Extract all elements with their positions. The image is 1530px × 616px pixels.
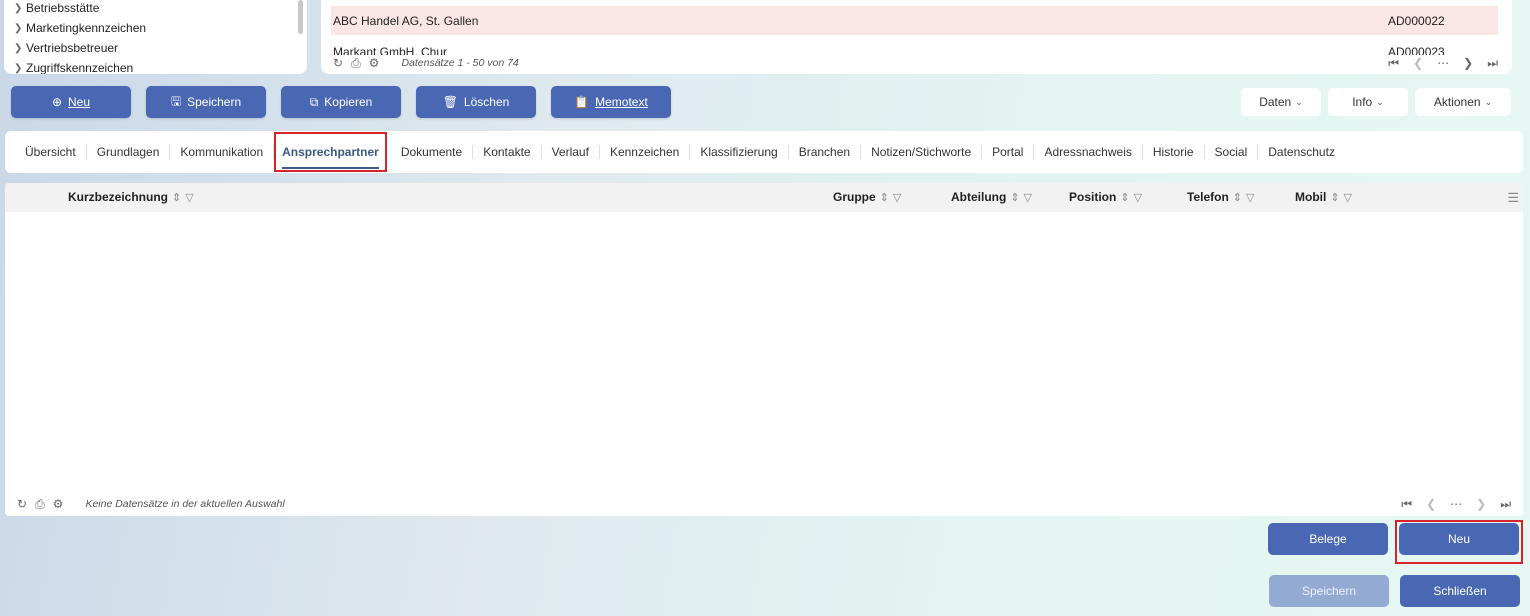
more-pages-icon[interactable]: ⋯ bbox=[1437, 56, 1449, 71]
tab-historie[interactable]: Historie bbox=[1143, 145, 1205, 159]
delete-button[interactable]: 🗑 Löschen bbox=[416, 86, 536, 118]
record-count: Datensätze 1 - 50 von 74 bbox=[401, 57, 519, 69]
plus-circle-icon: ⊕ bbox=[51, 95, 63, 109]
column-mobil[interactable]: Mobil ⇕ ▽ bbox=[1295, 190, 1352, 204]
new-button[interactable]: ⊕ Neu bbox=[11, 86, 131, 118]
close-button[interactable]: Schließen bbox=[1400, 575, 1520, 607]
chevron-right-icon: ❯ bbox=[14, 2, 23, 14]
tab-datenschutz[interactable]: Datenschutz bbox=[1258, 145, 1345, 159]
refresh-icon[interactable]: ↻ bbox=[17, 497, 27, 511]
column-gruppe[interactable]: Gruppe ⇕ ▽ bbox=[833, 190, 901, 204]
chevron-right-icon: ❯ bbox=[14, 42, 23, 54]
next-page-icon[interactable]: ❯ bbox=[1476, 497, 1486, 512]
pager: ⏮ ❮ ⋯ ❯ ⏭ bbox=[1401, 497, 1511, 512]
sort-icon[interactable]: ⇕ bbox=[172, 191, 181, 204]
info-menu-button[interactable]: Info ⌄ bbox=[1328, 88, 1408, 116]
highlight-frame bbox=[1395, 520, 1523, 564]
first-page-icon[interactable]: ⏮ bbox=[1388, 56, 1399, 71]
tab-grundlagen[interactable]: Grundlagen bbox=[87, 145, 171, 159]
column-abteilung[interactable]: Abteilung ⇕ ▽ bbox=[951, 190, 1032, 204]
copy-button[interactable]: ⧉ Kopieren bbox=[281, 86, 401, 118]
contacts-grid: Kurzbezeichnung ⇕ ▽ Gruppe ⇕ ▽ Abteilung… bbox=[5, 183, 1523, 516]
tree-item-label: Zugriffskennzeichen bbox=[26, 61, 134, 74]
sort-icon[interactable]: ⇕ bbox=[1010, 191, 1019, 204]
prev-page-icon[interactable]: ❮ bbox=[1413, 56, 1423, 71]
tree-scrollbar[interactable] bbox=[298, 0, 303, 34]
tab-kennzeichen[interactable]: Kennzeichen bbox=[600, 145, 691, 159]
last-page-icon[interactable]: ⏭ bbox=[1500, 497, 1511, 512]
list-footer: ↻ ⎙ ⚙ Datensätze 1 - 50 von 74 ⏮ ❮ ⋯ ❯ ⏭ bbox=[333, 55, 1498, 71]
sort-icon[interactable]: ⇕ bbox=[1233, 191, 1242, 204]
column-kurzbezeichnung[interactable]: Kurzbezeichnung ⇕ ▽ bbox=[68, 190, 194, 204]
chevron-right-icon: ❯ bbox=[14, 22, 23, 34]
tab-uebersicht[interactable]: Übersicht bbox=[15, 145, 87, 159]
last-page-icon[interactable]: ⏭ bbox=[1487, 56, 1498, 71]
column-position[interactable]: Position ⇕ ▽ bbox=[1069, 190, 1142, 204]
tab-verlauf[interactable]: Verlauf bbox=[542, 145, 600, 159]
clipboard-icon: 📋 bbox=[574, 95, 590, 109]
row-name: ABC Handel AG, St. Gallen bbox=[333, 13, 479, 28]
memo-button[interactable]: 📋 Memotext bbox=[551, 86, 671, 118]
column-telefon[interactable]: Telefon ⇕ ▽ bbox=[1187, 190, 1254, 204]
filter-icon[interactable]: ▽ bbox=[1134, 191, 1142, 204]
tab-kontakte[interactable]: Kontakte bbox=[473, 145, 542, 159]
sort-icon[interactable]: ⇕ bbox=[1120, 191, 1129, 204]
tab-portal[interactable]: Portal bbox=[982, 145, 1035, 159]
grid-header: Kurzbezeichnung ⇕ ▽ Gruppe ⇕ ▽ Abteilung… bbox=[5, 183, 1523, 212]
print-icon[interactable]: ⎙ bbox=[35, 497, 45, 512]
copy-icon: ⧉ bbox=[309, 94, 319, 109]
more-pages-icon[interactable]: ⋯ bbox=[1450, 497, 1462, 512]
tab-adressnachweis[interactable]: Adressnachweis bbox=[1034, 145, 1143, 159]
tree-item-label: Vertriebsbetreuer bbox=[26, 41, 119, 55]
filter-icon[interactable]: ▽ bbox=[893, 191, 901, 204]
tab-notizen[interactable]: Notizen/Stichworte bbox=[861, 145, 983, 159]
tab-kommunikation[interactable]: Kommunikation bbox=[170, 145, 275, 159]
tab-bar: Übersicht Grundlagen Kommunikation Anspr… bbox=[5, 131, 1523, 173]
save-bottom-button[interactable]: Speichern bbox=[1269, 575, 1389, 607]
tab-klassifizierung[interactable]: Klassifizierung bbox=[690, 145, 789, 159]
print-icon[interactable]: ⎙ bbox=[351, 56, 361, 71]
prev-page-icon[interactable]: ❮ bbox=[1426, 497, 1436, 512]
tree-item[interactable]: ❯ Zugriffskennzeichen bbox=[14, 60, 133, 74]
tab-social[interactable]: Social bbox=[1205, 145, 1259, 159]
belege-button[interactable]: Belege bbox=[1268, 523, 1388, 555]
filter-icon[interactable]: ▽ bbox=[1246, 191, 1254, 204]
filter-icon[interactable]: ▽ bbox=[1344, 191, 1352, 204]
gear-icon[interactable]: ⚙ bbox=[369, 56, 380, 70]
tab-dokumente[interactable]: Dokumente bbox=[391, 145, 474, 159]
first-page-icon[interactable]: ⏮ bbox=[1401, 497, 1412, 512]
data-menu-button[interactable]: Daten ⌄ bbox=[1241, 88, 1321, 116]
tab-branchen[interactable]: Branchen bbox=[789, 145, 862, 159]
save-button[interactable]: 🖫 Speichern bbox=[146, 86, 266, 118]
tree-item[interactable]: ❯ Marketingkennzeichen bbox=[14, 20, 146, 36]
chevron-down-icon: ⌄ bbox=[1376, 96, 1384, 107]
tab-ansprechpartner[interactable]: Ansprechpartner bbox=[274, 132, 387, 172]
chevron-down-icon: ⌄ bbox=[1295, 96, 1303, 107]
grid-footer: ↻ ⎙ ⚙ Keine Datensätze in der aktuellen … bbox=[17, 496, 1511, 512]
column-menu-icon[interactable]: ☰ bbox=[1507, 190, 1519, 206]
tree-item[interactable]: ❯ Vertriebsbetreuer bbox=[14, 40, 118, 56]
pager: ⏮ ❮ ⋯ ❯ ⏭ bbox=[1388, 56, 1498, 71]
sort-icon[interactable]: ⇕ bbox=[1330, 191, 1339, 204]
save-icon: 🖫 bbox=[170, 93, 182, 108]
record-list-panel: ABC Handel AG, St. Gallen AD000022 Marka… bbox=[321, 0, 1512, 74]
next-page-icon[interactable]: ❯ bbox=[1463, 56, 1473, 71]
chevron-right-icon: ❯ bbox=[14, 62, 23, 74]
sort-icon[interactable]: ⇕ bbox=[880, 191, 889, 204]
chevron-down-icon: ⌄ bbox=[1484, 96, 1493, 107]
trash-icon: 🗑 bbox=[442, 95, 458, 109]
tree-panel: ❯ Betriebsstätte ❯ Marketingkennzeichen … bbox=[4, 0, 307, 74]
table-row[interactable]: ABC Handel AG, St. Gallen AD000022 bbox=[331, 6, 1498, 35]
tree-item-label: Marketingkennzeichen bbox=[26, 21, 147, 35]
filter-icon[interactable]: ▽ bbox=[185, 191, 193, 204]
tree-item-label: Betriebsstätte bbox=[26, 1, 100, 15]
filter-icon[interactable]: ▽ bbox=[1024, 191, 1032, 204]
actions-menu-button[interactable]: Aktionen ⌄ bbox=[1415, 88, 1511, 116]
refresh-icon[interactable]: ↻ bbox=[333, 56, 343, 70]
gear-icon[interactable]: ⚙ bbox=[53, 497, 64, 511]
row-code: AD000022 bbox=[1388, 13, 1445, 28]
tree-item[interactable]: ❯ Betriebsstätte bbox=[14, 0, 99, 16]
empty-selection-text: Keine Datensätze in der aktuellen Auswah… bbox=[85, 498, 285, 510]
